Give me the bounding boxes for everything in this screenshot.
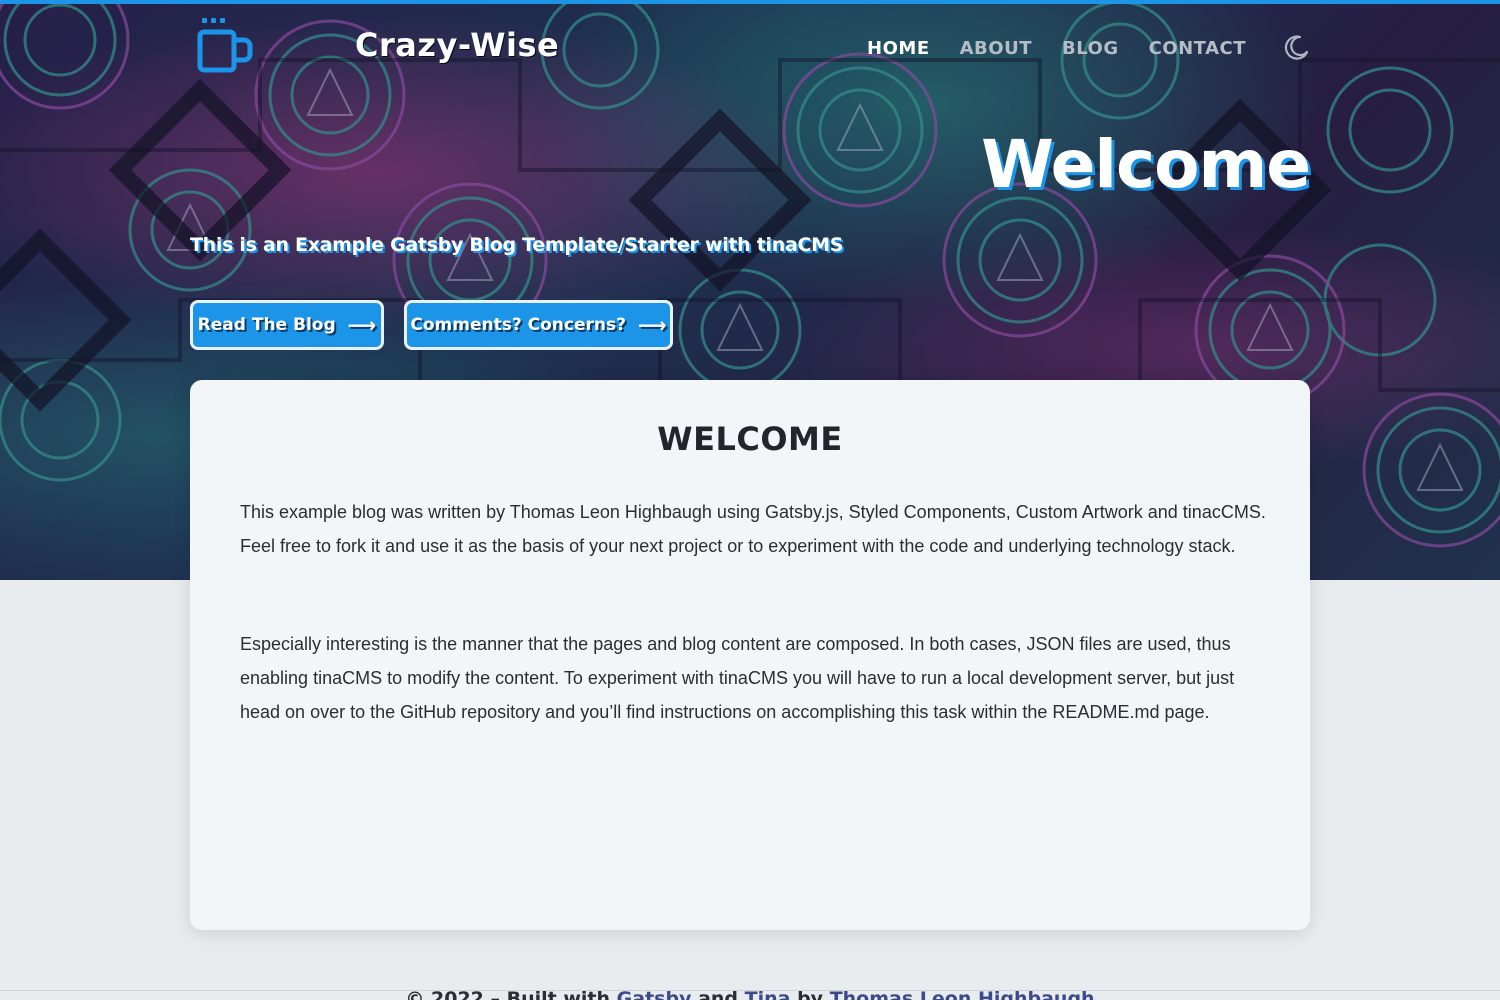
footer-gatsby-link[interactable]: Gatsby: [617, 988, 692, 1000]
moon-icon[interactable]: [1282, 34, 1310, 62]
footer-author-link[interactable]: Thomas Leon Highbaugh: [830, 988, 1095, 1000]
footer-and-text: and: [691, 988, 745, 1000]
nav-about-link[interactable]: ABOUT: [960, 38, 1032, 59]
site-brand[interactable]: Crazy-Wise: [355, 26, 559, 64]
footer-copyright: © 2022 – Built with: [405, 988, 617, 1000]
hero-title: Welcome: [981, 126, 1311, 203]
comments-concerns-button[interactable]: Comments? Concerns? ⟶: [404, 300, 673, 350]
card-paragraph: Especially interesting is the manner tha…: [240, 634, 1235, 722]
read-the-blog-button[interactable]: Read The Blog ⟶: [190, 300, 384, 350]
footer-by-text: by: [790, 988, 830, 1000]
arrow-right-icon: ⟶: [347, 313, 377, 337]
card-heading: WELCOME: [657, 420, 843, 458]
arrow-right-icon: ⟶: [637, 313, 667, 337]
main-nav: HOME ABOUT BLOG CONTACT: [867, 34, 1310, 62]
coffee-mug-icon[interactable]: [196, 16, 254, 74]
hero-subtitle: This is an Example Gatsby Blog Template/…: [190, 234, 844, 256]
nav-home-link[interactable]: HOME: [867, 38, 930, 59]
nav-contact-link[interactable]: CONTACT: [1149, 38, 1246, 59]
site-footer: © 2022 – Built with Gatsby and Tina by T…: [0, 988, 1500, 1000]
nav-blog-link[interactable]: BLOG: [1062, 38, 1119, 59]
footer-tina-link[interactable]: Tina: [745, 988, 791, 1000]
top-accent-bar: [0, 0, 1500, 4]
comments-concerns-label: Comments? Concerns?: [410, 315, 626, 335]
card-paragraph: This example blog was written by Thomas …: [240, 502, 1266, 556]
welcome-card: WELCOME This example blog was written by…: [190, 380, 1310, 930]
read-the-blog-label: Read The Blog: [197, 315, 336, 335]
